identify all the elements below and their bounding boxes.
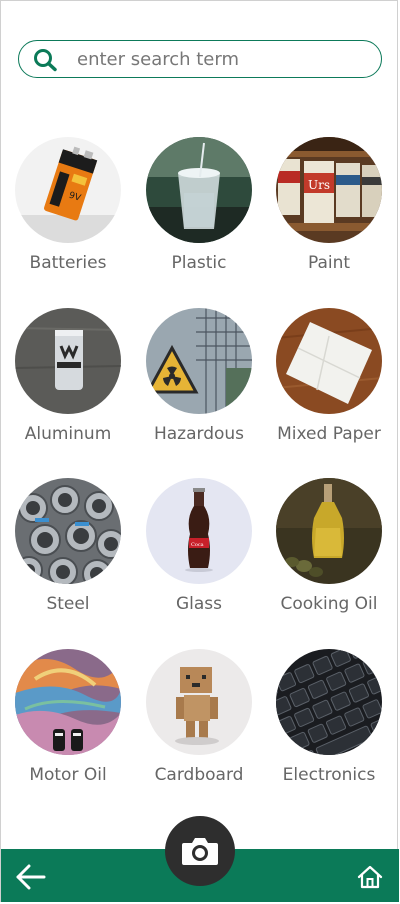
- category-motor-oil[interactable]: Motor Oil: [3, 649, 133, 799]
- keyboard-photo[interactable]: [276, 649, 382, 755]
- aluminum-can-photo[interactable]: [15, 308, 121, 414]
- category-label: Paint: [307, 253, 351, 273]
- category-steel[interactable]: Steel: [3, 478, 133, 628]
- category-label: Hazardous: [153, 424, 245, 444]
- category-paint[interactable]: Urs Paint: [264, 137, 394, 287]
- home-icon[interactable]: [356, 864, 384, 890]
- camera-button[interactable]: [165, 816, 235, 886]
- oil-slick-photo[interactable]: [15, 649, 121, 755]
- category-cardboard[interactable]: Cardboard: [134, 649, 264, 799]
- category-hazardous[interactable]: Hazardous: [134, 308, 264, 458]
- category-label: Plastic: [171, 253, 227, 273]
- category-label: Electronics: [282, 765, 376, 785]
- category-plastic[interactable]: Plastic: [134, 137, 264, 287]
- category-mixed-paper[interactable]: Mixed Paper: [264, 308, 394, 458]
- category-label: Cardboard: [154, 765, 244, 785]
- category-label: Cooking Oil: [280, 594, 378, 614]
- glass-bottle-photo[interactable]: Coca: [146, 478, 252, 584]
- category-label: Batteries: [29, 253, 107, 273]
- plastic-cup-photo[interactable]: [146, 137, 252, 243]
- category-electronics[interactable]: Electronics: [264, 649, 394, 799]
- steel-pipes-photo[interactable]: [15, 478, 121, 584]
- battery-photo[interactable]: 9V: [15, 137, 121, 243]
- category-label: Mixed Paper: [277, 424, 381, 444]
- radiation-sign-photo[interactable]: [146, 308, 252, 414]
- paint-cans-photo[interactable]: Urs: [276, 137, 382, 243]
- category-label: Steel: [46, 594, 90, 614]
- category-glass[interactable]: Coca Glass: [134, 478, 264, 628]
- back-arrow-icon[interactable]: [14, 863, 48, 891]
- folded-paper-photo[interactable]: [276, 308, 382, 414]
- category-label: Aluminum: [24, 424, 112, 444]
- svg-text:Urs: Urs: [308, 178, 330, 192]
- category-aluminum[interactable]: Aluminum: [3, 308, 133, 458]
- category-label: Glass: [175, 594, 223, 614]
- oil-bottle-photo[interactable]: [276, 478, 382, 584]
- category-label: Motor Oil: [29, 765, 107, 785]
- svg-text:Coca: Coca: [191, 542, 204, 548]
- category-batteries[interactable]: 9V Batteries: [3, 137, 133, 287]
- camera-icon: [182, 838, 218, 865]
- category-cooking-oil[interactable]: Cooking Oil: [264, 478, 394, 628]
- cardboard-robot-photo[interactable]: [146, 649, 252, 755]
- category-grid: 9V Batteries Plastic Urs Paint Aluminum …: [0, 0, 400, 800]
